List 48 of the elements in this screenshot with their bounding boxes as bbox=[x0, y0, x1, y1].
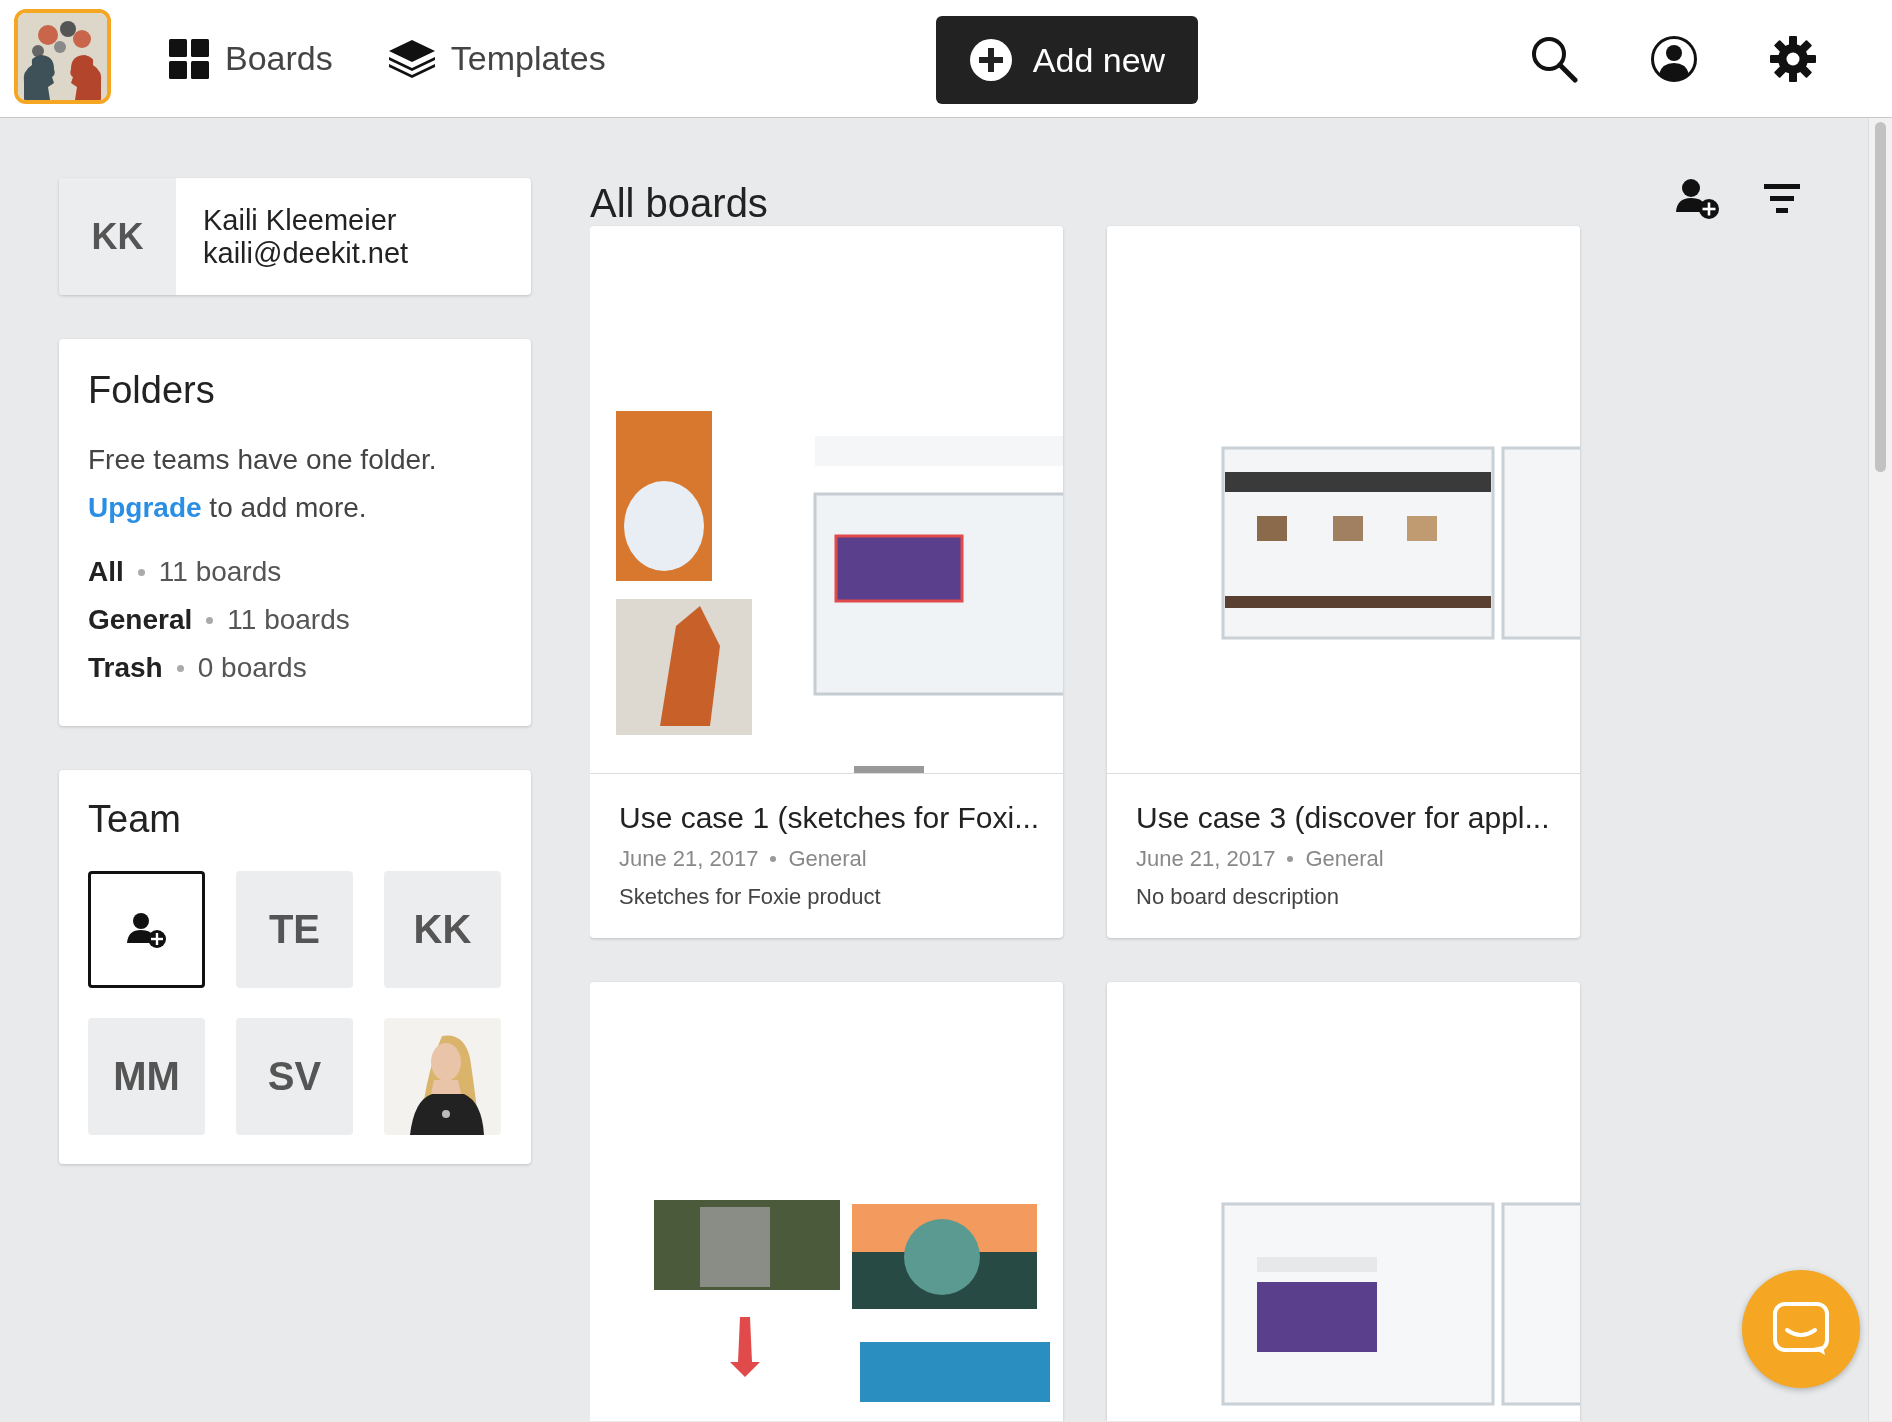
board-count: 11 boards bbox=[227, 604, 350, 636]
page-title: All boards bbox=[590, 180, 768, 226]
nav-link[interactable]: Boards bbox=[169, 38, 333, 79]
nav-link[interactable]: Templates bbox=[388, 38, 606, 79]
search-icon[interactable] bbox=[1530, 34, 1578, 83]
folders-note: Free teams have one folder. bbox=[88, 443, 438, 477]
board-date: June 21, 2017 bbox=[1136, 846, 1276, 872]
separator-dot bbox=[206, 616, 214, 624]
user-name: Kaili Kleemeier bbox=[203, 203, 398, 237]
board-count: 11 boards bbox=[158, 556, 282, 588]
folder-name[interactable]: General bbox=[88, 604, 193, 636]
board-folder: General bbox=[1305, 846, 1384, 872]
member-avatar[interactable]: MM bbox=[88, 1018, 205, 1135]
board-card[interactable]: Use case 3 (discover for appl... June 21, 2017 General No board description bbox=[1107, 226, 1580, 938]
folder-name[interactable]: All bbox=[88, 556, 124, 588]
separator-dot bbox=[137, 568, 145, 576]
profile-card[interactable]: KK Kaili Kleemeier kaili@deekit.net bbox=[59, 178, 531, 295]
filter-icon[interactable] bbox=[1764, 184, 1800, 214]
layers-icon bbox=[388, 39, 435, 78]
board-description: Sketches for Foxie product bbox=[619, 884, 882, 910]
user-icon[interactable] bbox=[1650, 34, 1698, 83]
chat-icon bbox=[1773, 1302, 1829, 1356]
board-description: No board description bbox=[1136, 884, 1340, 910]
separator-dot bbox=[176, 664, 184, 672]
separator-dot bbox=[1287, 856, 1294, 862]
member-avatar[interactable]: KK bbox=[384, 871, 501, 988]
board-card[interactable]: Use case 1 (sketches for Foxi... June 21, 2017 General Sketches for Foxie product bbox=[590, 226, 1063, 938]
add-user-icon[interactable] bbox=[1676, 178, 1720, 220]
member-avatar[interactable]: TE bbox=[236, 871, 353, 988]
board-date: June 21, 2017 bbox=[619, 846, 759, 872]
add-new-button[interactable]: Add new bbox=[936, 16, 1198, 104]
separator-dot bbox=[770, 856, 777, 862]
grid-icon bbox=[169, 38, 209, 79]
team-title: Team bbox=[88, 798, 182, 841]
board-count: 0 boards bbox=[197, 652, 307, 684]
settings-icon[interactable] bbox=[1770, 35, 1816, 82]
scrollbar-thumb[interactable] bbox=[1875, 122, 1886, 472]
member-avatar[interactable]: SV bbox=[236, 1018, 353, 1135]
user-initials: KK bbox=[59, 178, 176, 295]
user-email: kaili@deekit.net bbox=[203, 236, 409, 270]
add-user-icon bbox=[126, 911, 167, 948]
folder-name[interactable]: Trash bbox=[88, 652, 163, 684]
board-title: Use case 3 (discover for appl... bbox=[1136, 800, 1551, 836]
folders-title: Folders bbox=[88, 369, 216, 412]
upgrade-text: Upgrade to add more. bbox=[88, 491, 368, 525]
board-folder: General bbox=[788, 846, 867, 872]
add-member-button[interactable] bbox=[88, 871, 205, 988]
plus-icon bbox=[968, 38, 1013, 82]
